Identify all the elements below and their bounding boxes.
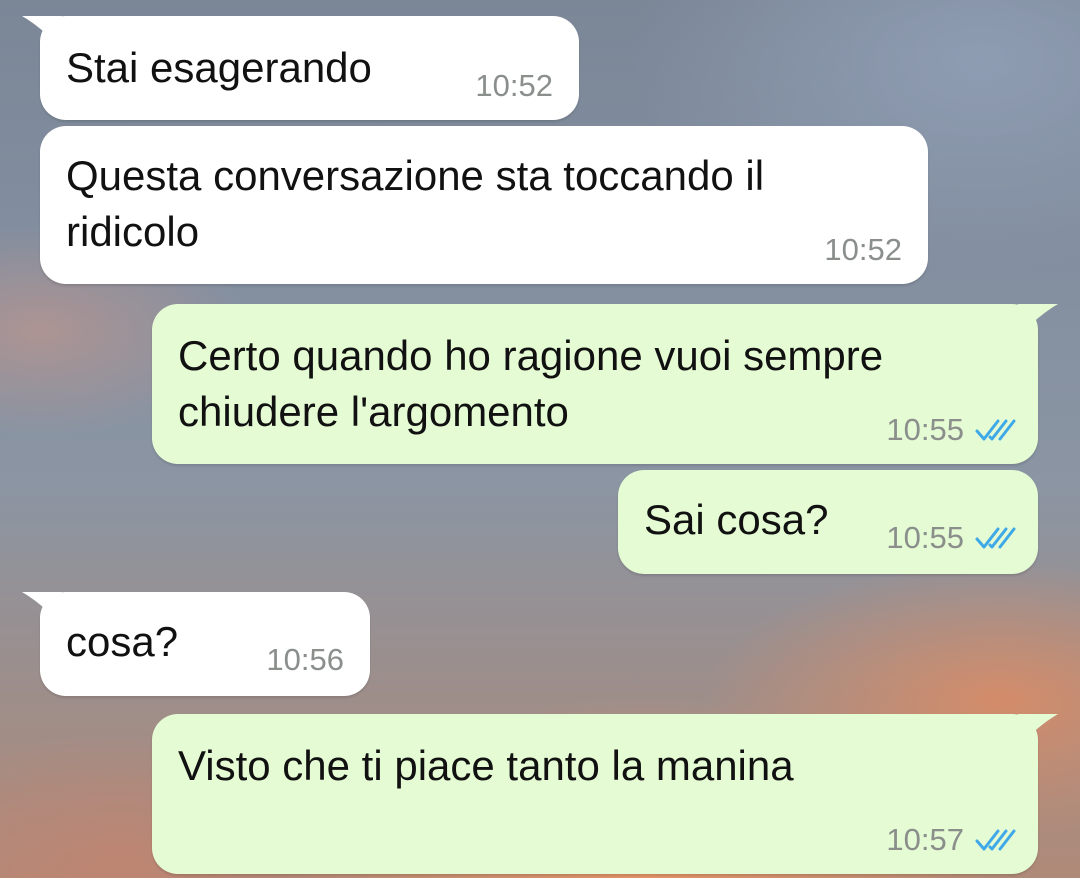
message-time: 10:52 — [475, 68, 553, 103]
message-text: Stai esagerando — [66, 44, 372, 91]
message-bubble-incoming[interactable]: cosa? 10:56 — [22, 592, 370, 696]
message-time: 10:55 — [886, 520, 964, 555]
bubble-tail — [22, 16, 62, 50]
message-bubble-incoming[interactable]: Questa conversazione sta toccando il rid… — [40, 126, 928, 284]
message-text: Visto che ti piace tanto la manina — [178, 742, 794, 789]
message-bubble-outgoing[interactable]: Visto che ti piace tanto la manina 10:57 — [152, 714, 1058, 874]
read-double-check-icon — [975, 419, 1016, 441]
bubble-tail — [1018, 304, 1058, 338]
message-time: 10:56 — [266, 642, 344, 677]
message-bubble-outgoing[interactable]: Certo quando ho ragione vuoi sempre chiu… — [152, 304, 1058, 464]
message-meta: 10:55 — [886, 520, 1016, 556]
message-text: cosa? — [66, 618, 179, 665]
bubble-tail — [1018, 714, 1058, 748]
message-meta: 10:52 — [475, 68, 553, 104]
read-double-check-icon — [975, 829, 1016, 851]
message-meta: 10:56 — [266, 642, 344, 678]
message-text-line: Certo quando ho ragione vuoi sempre — [178, 332, 884, 379]
message-meta: 10:55 — [886, 412, 1016, 448]
message-text: Sai cosa? — [644, 496, 829, 543]
message-time: 10:57 — [886, 822, 964, 857]
message-text-line: chiudere l'argomento — [178, 388, 569, 435]
chat-background: Stai esagerando 10:52 Questa conversazio… — [0, 0, 1080, 878]
bubble-tail — [22, 592, 62, 626]
message-time: 10:55 — [886, 412, 964, 447]
message-text-line: ridicolo — [66, 208, 200, 255]
message-time: 10:52 — [824, 232, 902, 267]
message-bubble-outgoing[interactable]: Sai cosa? 10:55 — [618, 470, 1038, 574]
message-bubble-incoming[interactable]: Stai esagerando 10:52 — [22, 16, 579, 120]
message-meta: 10:57 — [886, 822, 1016, 858]
message-text: Questa conversazione sta toccando il rid… — [66, 148, 764, 260]
message-meta: 10:52 — [824, 232, 902, 268]
read-double-check-icon — [975, 527, 1016, 549]
message-text: Certo quando ho ragione vuoi sempre chiu… — [178, 328, 883, 440]
message-text-line: Questa conversazione sta toccando il — [66, 152, 765, 199]
